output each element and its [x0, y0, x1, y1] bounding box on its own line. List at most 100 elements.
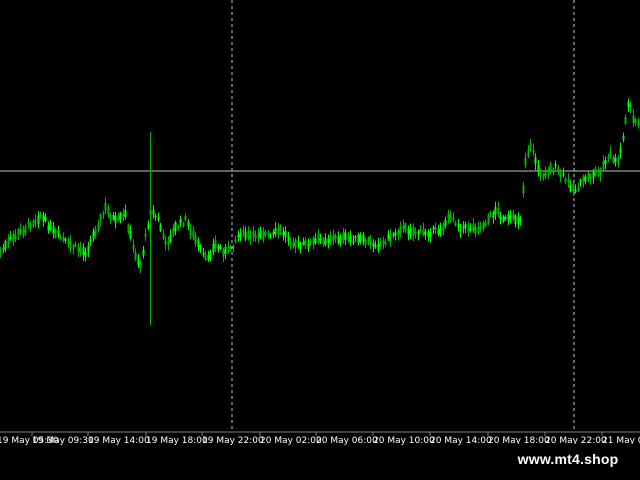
- candle-body: [357, 234, 360, 243]
- chart-area[interactable]: 19 May 05:30 19 May 09:30 19 May 14:00 19 M…: [0, 0, 640, 480]
- price-chart[interactable]: 19 May 05:3019 May 09:3019 May 14:0019 M…: [0, 0, 640, 480]
- candle-body: [32, 220, 35, 227]
- candle-body: [412, 226, 415, 236]
- candle-body: [317, 234, 320, 244]
- candle-body: [614, 157, 617, 163]
- candle-body: [497, 207, 500, 215]
- candle-body: [402, 225, 405, 229]
- candle-body: [97, 224, 100, 231]
- candle-body: [332, 234, 335, 241]
- candle-body: [109, 214, 112, 221]
- candle-body: [87, 246, 90, 252]
- candle-body: [442, 224, 445, 232]
- candle-body: [69, 241, 72, 249]
- candle-body: [329, 235, 332, 245]
- candle-body: [537, 164, 540, 171]
- candle-body: [439, 228, 442, 236]
- candle-body: [519, 218, 522, 221]
- candle-body: [504, 216, 507, 220]
- candle-body: [307, 243, 310, 250]
- candle-body: [564, 178, 567, 183]
- candle-body: [142, 249, 145, 256]
- candle-body: [144, 233, 147, 237]
- candle-body: [167, 241, 170, 245]
- candle-body: [219, 246, 222, 250]
- candle-body: [422, 228, 425, 236]
- candle-body: [589, 174, 592, 180]
- candle-body: [4, 240, 7, 249]
- candle-body: [222, 249, 225, 257]
- candle-body: [12, 233, 15, 243]
- candle-body: [499, 215, 502, 220]
- candle-body: [634, 118, 637, 124]
- candle-body: [632, 115, 635, 123]
- candle-body: [207, 255, 210, 261]
- candle-body: [467, 226, 470, 233]
- candle-body: [62, 237, 65, 241]
- candle-body: [334, 235, 337, 239]
- candle-body: [574, 189, 577, 193]
- candle-body: [94, 228, 97, 236]
- candle-body: [164, 240, 167, 245]
- candle-body: [112, 214, 115, 220]
- candle-body: [89, 239, 92, 242]
- candle-body: [384, 242, 387, 245]
- candle-body: [157, 216, 160, 221]
- candle-body: [494, 206, 497, 215]
- candle-body: [602, 160, 605, 170]
- candle-body: [619, 148, 622, 154]
- candle-body: [52, 226, 55, 234]
- candle-body: [584, 176, 587, 182]
- candle-body: [282, 231, 285, 236]
- time-axis-label: 20 May 02:00: [260, 436, 322, 446]
- candle-body: [7, 238, 10, 245]
- candle-body: [464, 224, 467, 228]
- candle-body: [242, 229, 245, 233]
- time-axis-label: 20 May 14:00: [430, 436, 492, 446]
- candle-body: [407, 229, 410, 235]
- candle-body: [117, 215, 120, 221]
- candle-body: [19, 228, 22, 234]
- candle-body: [67, 238, 70, 244]
- candle-body: [254, 234, 257, 239]
- candle-body: [477, 227, 480, 233]
- candle-body: [327, 238, 330, 243]
- candle-body: [74, 243, 77, 247]
- candle-body: [434, 227, 437, 230]
- candle-body: [444, 219, 447, 226]
- candle-body: [389, 233, 392, 242]
- candle-body: [247, 231, 250, 238]
- watermark: www.mt4.shop: [496, 444, 640, 474]
- candle-body: [22, 229, 25, 235]
- candle-body: [534, 157, 537, 165]
- candle-body: [277, 228, 280, 235]
- candle-body: [147, 223, 150, 229]
- candle-body: [559, 171, 562, 178]
- candle-body: [507, 214, 510, 222]
- candle-body: [452, 217, 455, 221]
- candle-body: [79, 247, 82, 253]
- candle-body: [189, 228, 192, 236]
- candle-body: [264, 232, 267, 236]
- candle-body: [547, 168, 550, 175]
- candle-body: [459, 229, 462, 233]
- candle-body: [49, 222, 52, 230]
- candle-body: [84, 251, 87, 257]
- candle-body: [479, 226, 482, 229]
- candle-body: [397, 229, 400, 235]
- candle-body: [274, 227, 277, 235]
- candle-body: [599, 168, 602, 176]
- candle-body: [409, 228, 412, 237]
- candle-body: [272, 231, 275, 235]
- candle-body: [592, 171, 595, 179]
- candle-body: [82, 246, 85, 255]
- candle-body: [92, 231, 95, 239]
- candle-body: [492, 212, 495, 218]
- candle-body: [337, 235, 340, 244]
- candle-body: [29, 224, 32, 229]
- candle-body: [237, 234, 240, 238]
- candle-body: [227, 245, 230, 249]
- candle-body: [209, 251, 212, 260]
- candle-body: [462, 226, 465, 229]
- candle-body: [154, 215, 157, 218]
